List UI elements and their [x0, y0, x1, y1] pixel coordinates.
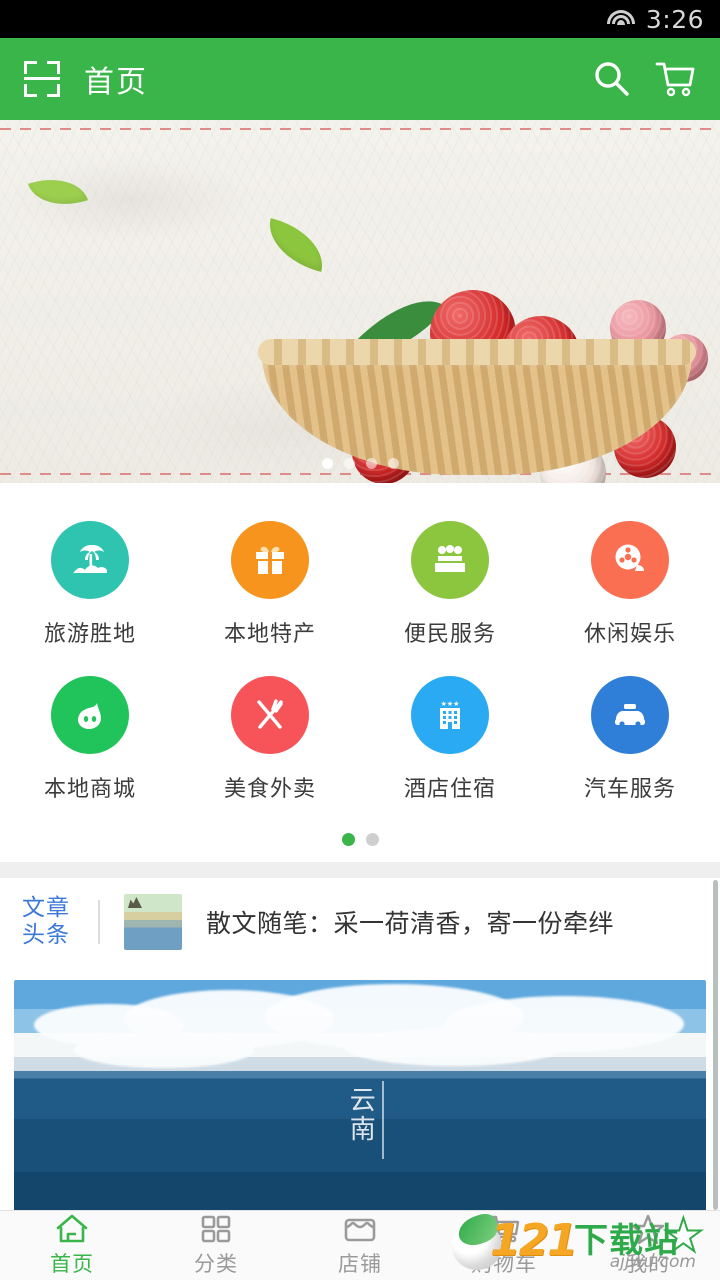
article-title[interactable]: 散文随笔：采一荷清香，寄一份牵绊 [206, 904, 614, 940]
status-bar: 3:26 [0, 0, 720, 38]
cart-icon [487, 1213, 521, 1245]
banner-dashed-border-top [0, 128, 720, 130]
photo-watermark-line [382, 1080, 384, 1159]
app-header: 首页 [0, 38, 720, 120]
category-label: 汽车服务 [583, 777, 676, 802]
category-item-car-service[interactable]: 汽车服务 [540, 664, 720, 819]
article-headline-tag: 文章 头条 [20, 895, 72, 949]
shop-icon [343, 1213, 377, 1245]
category-item-food-delivery[interactable]: 美食外卖 [180, 664, 360, 819]
category-grid-section: 旅游胜地 本地特产 便民服务 休闲娱乐 本地商城 美食外卖 ★★★ 酒店住宿 汽… [0, 483, 720, 825]
category-label: 美食外卖 [223, 777, 316, 802]
status-bar-clock: 3:26 [645, 4, 704, 34]
people-counter-icon [411, 521, 489, 599]
article-divider [98, 900, 100, 944]
bottom-tab-bar: 首页 分类 店铺 购物车 我的 [0, 1210, 720, 1280]
grid-icon [199, 1213, 233, 1245]
tab-home[interactable]: 首页 [0, 1211, 144, 1280]
banner-carousel[interactable] [0, 120, 720, 483]
pager-dot[interactable] [365, 833, 379, 846]
search-icon[interactable] [588, 56, 634, 102]
page-scrollbar[interactable] [713, 880, 718, 1210]
car-icon [591, 676, 669, 754]
tab-cart[interactable]: 购物车 [432, 1211, 576, 1280]
wifi-icon [606, 8, 636, 30]
category-grid: 旅游胜地 本地特产 便民服务 休闲娱乐 本地商城 美食外卖 ★★★ 酒店住宿 汽… [0, 509, 720, 819]
pager-dot[interactable] [341, 833, 355, 846]
category-pager-dots[interactable] [0, 825, 720, 862]
article-tag-line2: 头条 [22, 922, 70, 948]
cart-icon[interactable] [652, 56, 698, 102]
tab-categories[interactable]: 分类 [144, 1211, 288, 1280]
article-thumbnail [124, 894, 182, 950]
scenery-photo[interactable]: 云南 [14, 980, 706, 1220]
cloud [344, 1028, 564, 1066]
page-title: 首页 [84, 65, 148, 100]
category-label: 本地商城 [43, 777, 136, 802]
carousel-dots[interactable] [0, 458, 720, 469]
category-item-public-service[interactable]: 便民服务 [360, 509, 540, 664]
film-reel-icon [591, 521, 669, 599]
tab-label: 分类 [194, 1252, 238, 1276]
tab-label: 购物车 [471, 1252, 537, 1276]
article-tag-line1: 文章 [22, 894, 70, 921]
photo-section: 云南 [0, 966, 720, 1220]
palm-island-icon [51, 521, 129, 599]
tab-shop[interactable]: 店铺 [288, 1211, 432, 1280]
tab-label: 我的 [626, 1252, 670, 1276]
category-label: 休闲娱乐 [583, 622, 676, 647]
category-label: 旅游胜地 [43, 622, 136, 647]
mall-icon [51, 676, 129, 754]
carousel-dot[interactable] [321, 458, 333, 469]
category-item-specialty[interactable]: 本地特产 [180, 509, 360, 664]
category-item-mall[interactable]: 本地商城 [0, 664, 180, 819]
home-icon [55, 1213, 89, 1245]
gift-icon [231, 521, 309, 599]
scan-icon[interactable] [22, 59, 62, 99]
category-item-entertainment[interactable]: 休闲娱乐 [540, 509, 720, 664]
star-icon [631, 1213, 665, 1245]
carousel-dot[interactable] [365, 458, 377, 469]
article-headline-row[interactable]: 文章 头条 散文随笔：采一荷清香，寄一份牵绊 [0, 878, 720, 966]
carousel-dot[interactable] [343, 458, 355, 469]
tab-label: 店铺 [338, 1252, 382, 1276]
category-label: 便民服务 [403, 622, 496, 647]
tab-mine[interactable]: 我的 [576, 1211, 720, 1280]
svg-text:★★★: ★★★ [441, 700, 460, 708]
carousel-dot[interactable] [387, 458, 399, 469]
tab-label: 首页 [50, 1252, 94, 1276]
fork-knife-icon [231, 676, 309, 754]
app-screen: 3:26 首页 旅游胜地 本地特产 便民服务 休闲娱乐 本地商城 美食外卖 ★★… [0, 0, 720, 1280]
category-item-hotel[interactable]: ★★★ 酒店住宿 [360, 664, 540, 819]
category-label: 酒店住宿 [403, 777, 496, 802]
hotel-icon: ★★★ [411, 676, 489, 754]
category-item-travel[interactable]: 旅游胜地 [0, 509, 180, 664]
photo-watermark: 云南 [345, 1085, 376, 1144]
cloud [74, 1032, 254, 1068]
category-label: 本地特产 [223, 622, 316, 647]
section-divider [0, 862, 720, 878]
